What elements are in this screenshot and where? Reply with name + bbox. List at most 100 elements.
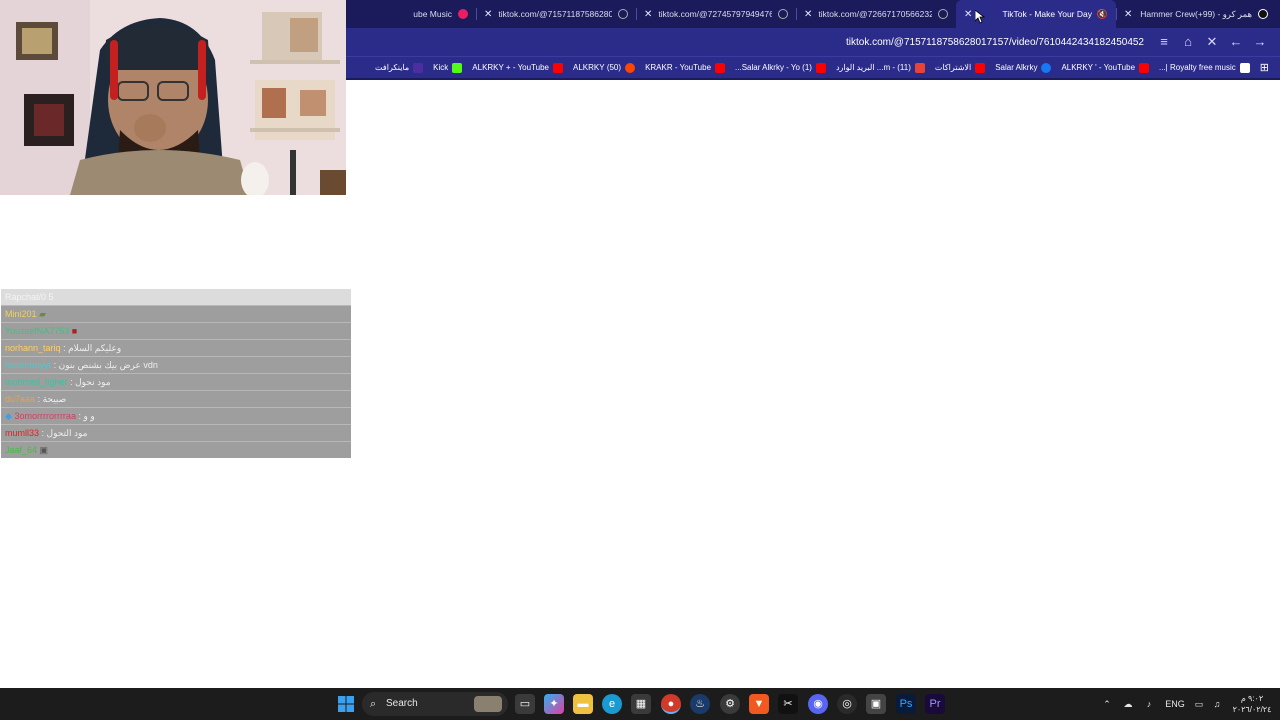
minecraft-icon — [413, 62, 424, 73]
tab-youtube-music[interactable]: ube Music — [368, 0, 476, 28]
chat-message: norhann_tariq : وعليكم السلام — [1, 339, 351, 356]
edge-icon[interactable]: e — [602, 694, 622, 714]
chevron-up-icon[interactable]: ⌃ — [1100, 688, 1114, 720]
brave-icon[interactable]: ▼ — [749, 694, 769, 714]
badge-icon: ◆ — [5, 411, 12, 421]
bookmark-label: (11) - m... البريد الوارد — [835, 63, 911, 72]
chat-text: : مود التحول — [41, 428, 88, 438]
store-icon[interactable]: ▦ — [631, 694, 651, 714]
chat-message: mumll33 : مود التحول — [1, 424, 351, 441]
forward-icon[interactable]: → — [1248, 30, 1272, 54]
globe-icon — [618, 9, 628, 19]
premiere-icon[interactable]: Pr — [925, 694, 945, 714]
display-icon[interactable]: ▭ — [1192, 688, 1206, 720]
youtube-icon — [553, 62, 564, 73]
bookmark-item[interactable]: ماينكرافت — [370, 58, 428, 78]
chat-username: mohmed_tigher — [5, 377, 68, 387]
settings-icon[interactable]: ⚙ — [720, 694, 740, 714]
youtube-music-icon — [458, 9, 468, 19]
bookmark-item[interactable]: (1) Salar Alkrky - Yo... — [730, 58, 831, 78]
address-bar[interactable]: tiktok.com/@715711875862801715​7/video/7… — [846, 37, 1144, 48]
bookmark-item[interactable]: Kick — [428, 58, 467, 78]
app-icon[interactable]: ▣ — [866, 694, 886, 714]
close-icon[interactable]: ✕ — [964, 9, 972, 20]
capcut-icon[interactable]: ✂ — [778, 694, 798, 714]
youtube-icon — [715, 62, 726, 73]
tab-title: ube Music — [413, 9, 452, 19]
bookmark-label: KRAKR - YouTube — [645, 63, 712, 72]
windows-start-icon[interactable] — [336, 692, 356, 716]
chat-header: Rapchat/0 5 — [1, 289, 351, 305]
bookmark-label: Salar Alkrky — [995, 63, 1038, 72]
obs-icon[interactable]: ◎ — [837, 694, 857, 714]
close-icon[interactable]: ✕ — [484, 9, 492, 20]
clock[interactable]: ٩:٠٢ م ٢٠٢٦/٠٢/٢٤ — [1228, 693, 1276, 715]
globe-icon — [778, 9, 788, 19]
chat-text: : عرض بيك بشنص بنون vdn — [53, 360, 158, 370]
clock-date: ٢٠٢٦/٠٢/٢٤ — [1232, 705, 1272, 714]
file-explorer-icon[interactable]: ▬ — [573, 694, 593, 714]
chat-message: Mini201 ▰ — [1, 305, 351, 322]
volume-icon[interactable]: ♫ — [1210, 688, 1224, 720]
bookmark-item[interactable]: ALKRKY ' - YouTube — [1056, 58, 1154, 78]
search-label: Search — [386, 698, 418, 709]
bookmark-item[interactable]: (50) ALKRKY — [568, 58, 640, 78]
tab-hammer-crew[interactable]: Hammer Crew(+99) - همر كرو ✕ — [1116, 0, 1276, 28]
home-icon[interactable]: ⌂ — [1176, 30, 1200, 54]
tab-tiktok-2[interactable]: tiktok.com/@72667170566232 ✕ — [796, 0, 956, 28]
youtube-icon — [975, 62, 986, 73]
webcam-image — [0, 0, 346, 195]
chat-emote-icon: ▣ — [39, 445, 49, 455]
tab-separator — [476, 8, 477, 20]
tab-tiktok-4[interactable]: tiktok.com/@71571187586280 ✕ — [476, 0, 636, 28]
copilot-icon[interactable]: ✦ — [544, 694, 564, 714]
youtube-icon — [815, 62, 826, 73]
taskbar: ⌕ Search ▭ ✦ ▬ e ▦ ● ♨ ⚙ ▼ ✂ ◉ ◎ ▣ Ps Pr… — [0, 688, 1280, 720]
bookmark-item[interactable]: ALKRKY + - YouTube — [467, 58, 568, 78]
taskbar-search[interactable]: ⌕ Search — [362, 692, 508, 716]
chat-username: du7aaa — [5, 394, 36, 404]
discord-icon[interactable]: ◉ — [808, 694, 828, 714]
chat-username: norhann_tariq — [5, 343, 61, 353]
chat-message: du7aaa : صبيحة — [1, 390, 351, 407]
bookmark-item[interactable]: Salar Alkrky — [990, 58, 1056, 78]
chat-message: hasonnnyyt : عرض بيك بشنص بنون vdn — [1, 356, 351, 373]
back-icon[interactable]: ← — [1224, 30, 1248, 54]
tab-tiktok-3[interactable]: tiktok.com/@72745797949476 ✕ — [636, 0, 796, 28]
steam-icon[interactable]: ♨ — [690, 694, 710, 714]
close-icon[interactable]: ✕ — [1124, 9, 1132, 20]
bookmark-label: الاشتراكات — [934, 63, 972, 72]
mute-icon: 🔇 — [1096, 9, 1108, 19]
mouse-cursor-icon — [975, 10, 985, 24]
close-icon[interactable]: ✕ — [804, 9, 812, 20]
bookmark-icon — [1239, 62, 1250, 73]
chat-message: ◆ 3omorrrrorrrraa : و و — [1, 407, 351, 424]
bookmark-label: (50) ALKRKY — [573, 63, 622, 72]
chat-username: Jaaf_64 — [5, 445, 38, 455]
bookmark-label: ALKRKY + - YouTube — [472, 63, 550, 72]
stop-loading-icon[interactable]: ✕ — [1200, 30, 1224, 54]
tab-title: tiktok.com/@71571187586280 — [498, 9, 612, 19]
language-indicator[interactable]: ENG — [1162, 688, 1188, 720]
sliders-icon[interactable]: ≡ — [1152, 30, 1176, 54]
photoshop-icon[interactable]: Ps — [896, 694, 916, 714]
bookmark-label: ماينكرافت — [375, 63, 410, 72]
chat-message: YoussefNA7753 ■ — [1, 322, 351, 339]
tab-separator — [796, 8, 797, 20]
bookmark-item[interactable]: Royalty free music |... — [1154, 58, 1255, 78]
close-icon[interactable]: ✕ — [644, 9, 652, 20]
chat-username: YoussefNA7753 — [5, 326, 70, 336]
bookmark-item[interactable]: الاشتراكات — [930, 58, 990, 78]
task-view-icon[interactable]: ▭ — [515, 694, 535, 714]
chrome-icon[interactable]: ● — [661, 694, 681, 714]
bookmark-item[interactable]: (11) - m... البريد الوارد — [831, 58, 930, 78]
microphone-icon[interactable]: ♪ — [1142, 688, 1156, 720]
chat-text: : و و — [78, 411, 95, 421]
search-icon: ⌕ — [370, 698, 377, 710]
bookmark-item[interactable]: KRAKR - YouTube — [640, 58, 730, 78]
apps-grid-icon[interactable]: ⊞ — [1255, 58, 1274, 78]
chat-overlay: Rapchat/0 5 Mini201 ▰ YoussefNA7753 ■ no… — [1, 289, 351, 460]
cloud-icon[interactable]: ☁ — [1120, 688, 1136, 720]
facebook-icon — [1041, 62, 1052, 73]
tab-separator — [1116, 8, 1117, 20]
